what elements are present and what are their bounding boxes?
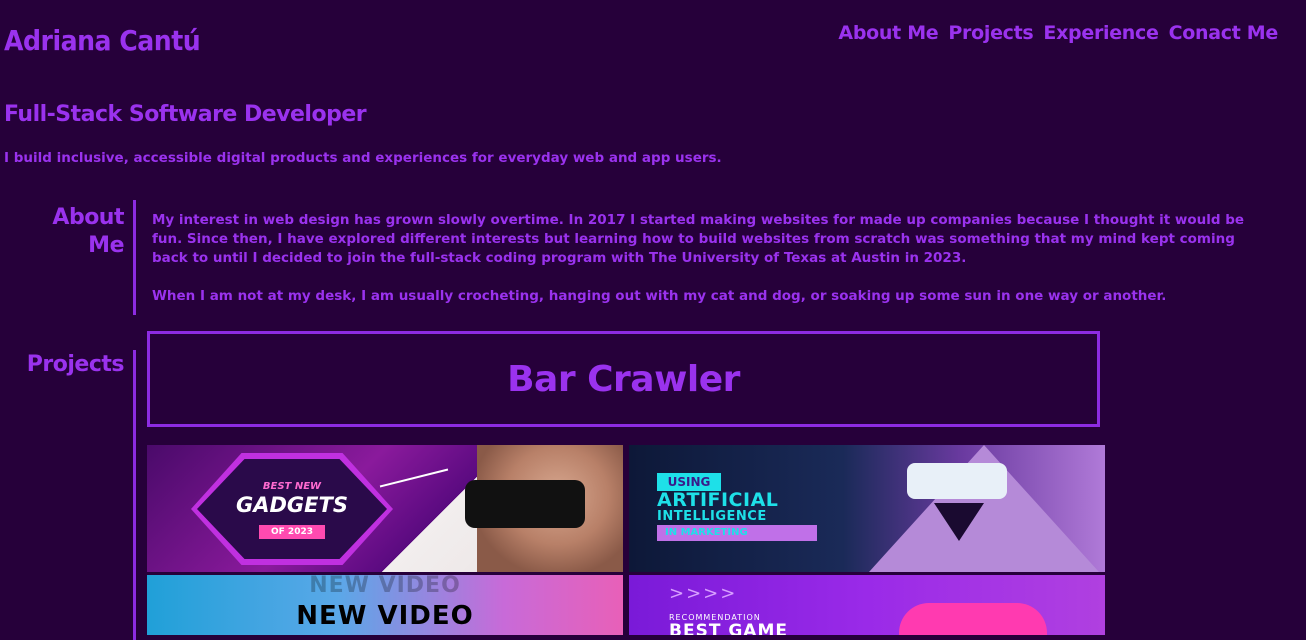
- main-nav: About Me Projects Experience Conact Me: [838, 22, 1278, 44]
- about-section-title: About Me: [52, 205, 124, 258]
- about-divider: [133, 200, 136, 315]
- vr-goggles-image: [907, 463, 1007, 499]
- featured-project-card[interactable]: Bar Crawler: [147, 331, 1100, 427]
- curved-arrow-icon: [379, 468, 449, 488]
- badge-small-text: BEST NEW: [262, 481, 322, 492]
- badge-big-text: GADGETS: [236, 493, 348, 517]
- nav-about-me[interactable]: About Me: [838, 22, 938, 44]
- in-marketing-label: IN MARKETING: [657, 525, 817, 541]
- intelligence-label: INTELLIGENCE: [657, 509, 767, 524]
- best-game-label: BEST GAME: [669, 621, 788, 635]
- artificial-label: ARTIFICIAL: [657, 489, 779, 511]
- projects-section-title: Projects: [26, 352, 125, 377]
- nav-experience[interactable]: Experience: [1043, 22, 1158, 44]
- arrows-decoration: >>>>: [669, 583, 738, 604]
- nav-projects[interactable]: Projects: [948, 22, 1033, 44]
- hero-subtitle: Full-Stack Software Developer: [4, 102, 367, 127]
- project-tile-new-video[interactable]: NEW VIDEO NEW VIDEO: [147, 575, 623, 635]
- nav-contact-me[interactable]: Conact Me: [1169, 22, 1279, 44]
- new-video-text: NEW VIDEO: [296, 601, 474, 631]
- badge-year-text: OF 2023: [259, 525, 325, 539]
- about-paragraph-1: My interest in web design has grown slow…: [152, 212, 1245, 266]
- project-tile-gadgets[interactable]: BEST NEW GADGETS OF 2023: [147, 445, 623, 572]
- about-paragraph-2: When I am not at my desk, I am usually c…: [152, 288, 1167, 304]
- hero-tagline: I build inclusive, accessible digital pr…: [4, 150, 722, 166]
- projects-divider: [133, 350, 136, 640]
- site-name: Adriana Cantú: [4, 24, 201, 57]
- about-body: My interest in web design has grown slow…: [152, 211, 1262, 306]
- project-tile-best-game[interactable]: >>>> RECOMMENDATION BEST GAME: [629, 575, 1105, 635]
- vr-headset-image: [465, 480, 585, 528]
- featured-project-title: Bar Crawler: [507, 358, 740, 400]
- game-device-image: [899, 603, 1047, 635]
- project-tile-ai-marketing[interactable]: USING ARTIFICIAL INTELLIGENCE IN MARKETI…: [629, 445, 1105, 572]
- new-video-ghost-text: NEW VIDEO: [309, 575, 461, 598]
